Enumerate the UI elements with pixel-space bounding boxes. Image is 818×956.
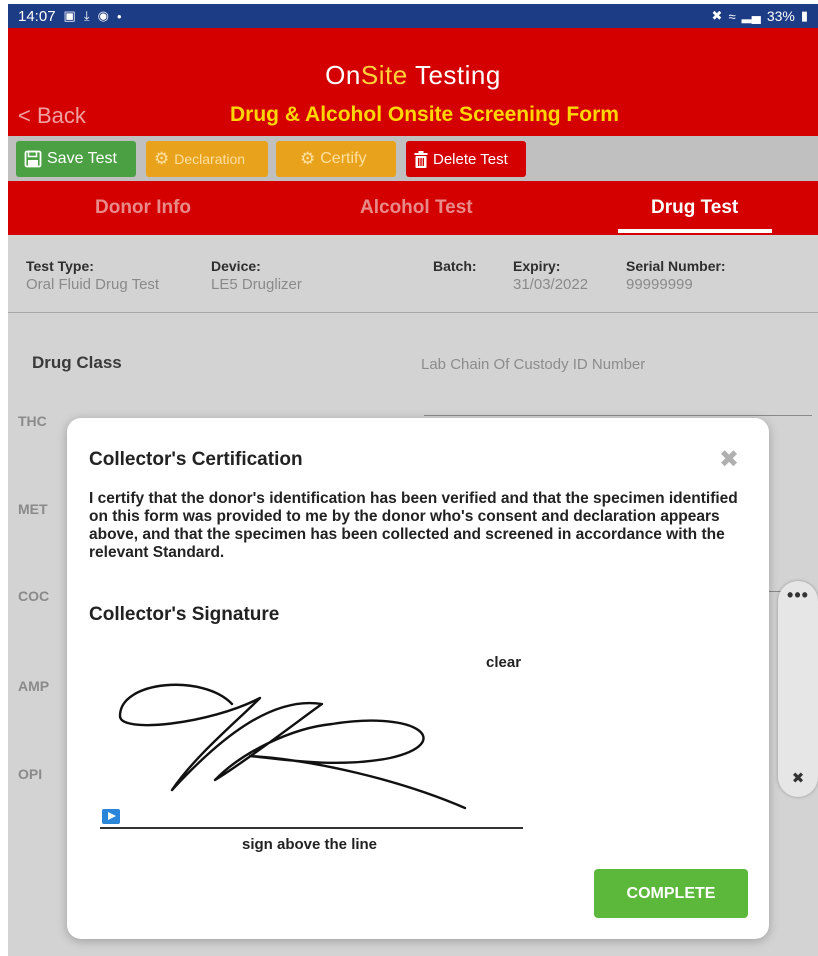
form-title: Drug & Alcohol Onsite Screening Form <box>230 103 619 126</box>
brand-testing: Testing <box>414 60 501 90</box>
signature-heading: Collector's Signature <box>89 604 280 625</box>
save-test-button[interactable]: Save Test <box>16 141 136 177</box>
tab-drug-test[interactable]: Drug Test <box>651 197 738 219</box>
batch-field: Batch: <box>433 258 477 274</box>
battery-level: 33% <box>766 8 795 24</box>
tab-donor-info[interactable]: Donor Info <box>95 197 191 219</box>
floating-side-panel[interactable]: ••• ✖ <box>778 581 818 797</box>
expiry-value: 31/03/2022 <box>513 276 589 293</box>
test-type-label: Test Type: <box>26 258 94 274</box>
status-bar: 14:07 ▣ ⤓ ◉ • ✖ ≈ ▂▄ 33% ▮ <box>8 4 818 28</box>
delete-test-label: Delete Test <box>433 150 508 168</box>
device-value: LE5 Druglizer <box>211 276 302 293</box>
device-field: Device: LE5 Druglizer <box>211 258 302 293</box>
save-test-label: Save Test <box>47 150 117 167</box>
status-time: 14:07 <box>18 7 56 25</box>
device-label: Device: <box>211 258 261 274</box>
test-info-row: Test Type: Oral Fluid Drug Test Device: … <box>8 235 818 313</box>
app-header: OnSite Testing < Back Drug & Alcohol Ons… <box>8 28 818 136</box>
certification-text: I certify that the donor's identificatio… <box>89 490 738 561</box>
serial-number-value: 99999999 <box>626 276 693 293</box>
signature-line <box>100 827 523 829</box>
close-icon[interactable]: ✖ <box>719 445 739 474</box>
dot-icon: • <box>116 8 122 24</box>
expiry-label: Expiry: <box>513 258 561 274</box>
brand-logo: OnSite Testing <box>8 60 818 91</box>
drug-class-heading: Drug Class <box>32 353 122 372</box>
battery-icon: ▮ <box>800 8 808 23</box>
tab-alcohol-test[interactable]: Alcohol Test <box>360 197 473 219</box>
active-tab-indicator <box>618 229 772 233</box>
wifi-icon: ≈ <box>728 8 736 24</box>
drug-class-met: MET <box>18 501 48 517</box>
drug-class-opi: OPI <box>18 766 43 782</box>
modal-title: Collector's Certification <box>89 449 303 470</box>
brand-site: Site <box>360 60 408 90</box>
download-icon: ⤓ <box>83 8 90 23</box>
test-type-field: Test Type: Oral Fluid Drug Test <box>26 258 159 293</box>
status-bar-right: ✖ ≈ ▂▄ 33% ▮ <box>712 8 808 24</box>
test-type-value: Oral Fluid Drug Test <box>26 276 160 293</box>
back-button[interactable]: < Back <box>18 103 86 129</box>
account-icon: ◉ <box>97 8 109 23</box>
drug-class-amp: AMP <box>18 678 50 694</box>
declaration-button[interactable]: ⚙ Declaration <box>146 141 268 177</box>
gear-icon: ⚙ <box>300 149 316 168</box>
gear-icon: ⚙ <box>154 149 170 168</box>
play-icon[interactable] <box>102 809 120 824</box>
delete-test-button[interactable]: Delete Test <box>406 141 526 177</box>
more-options-icon[interactable]: ••• <box>778 585 818 606</box>
declaration-label: Declaration <box>174 151 246 167</box>
certification-modal: Collector's Certification ✖ I certify th… <box>67 418 769 939</box>
signal-icon: ▂▄ <box>741 8 761 23</box>
certify-label: Certify <box>320 150 367 167</box>
save-icon <box>24 150 42 168</box>
image-icon: ▣ <box>63 8 76 23</box>
lab-chain-input-line[interactable] <box>424 415 812 416</box>
signature-caption: sign above the line <box>242 836 378 853</box>
complete-button[interactable]: COMPLETE <box>594 869 748 918</box>
signature-pad[interactable] <box>100 668 523 828</box>
signature-stroke <box>118 683 467 810</box>
mute-icon[interactable]: ✖ <box>778 769 818 787</box>
status-bar-left: 14:07 ▣ ⤓ ◉ • <box>18 8 122 25</box>
serial-number-label: Serial Number: <box>626 258 726 274</box>
mute-icon: ✖ <box>711 8 723 23</box>
drug-class-coc: COC <box>18 588 50 604</box>
drug-class-thc: THC <box>18 413 47 429</box>
trash-icon <box>414 150 428 168</box>
tab-bar: Donor Info Alcohol Test Drug Test <box>8 181 818 235</box>
batch-label: Batch: <box>433 258 477 274</box>
serial-number-field: Serial Number: 99999999 <box>626 258 726 293</box>
brand-on: On <box>325 60 361 90</box>
certify-button[interactable]: ⚙ Certify <box>276 141 396 177</box>
action-toolbar: Save Test ⚙ Declaration ⚙ Certify Delete… <box>8 136 818 181</box>
lab-chain-label: Lab Chain Of Custody ID Number <box>421 356 646 373</box>
app-screen: 14:07 ▣ ⤓ ◉ • ✖ ≈ ▂▄ 33% ▮ OnSite Testin… <box>0 0 818 956</box>
expiry-field: Expiry: 31/03/2022 <box>513 258 588 293</box>
